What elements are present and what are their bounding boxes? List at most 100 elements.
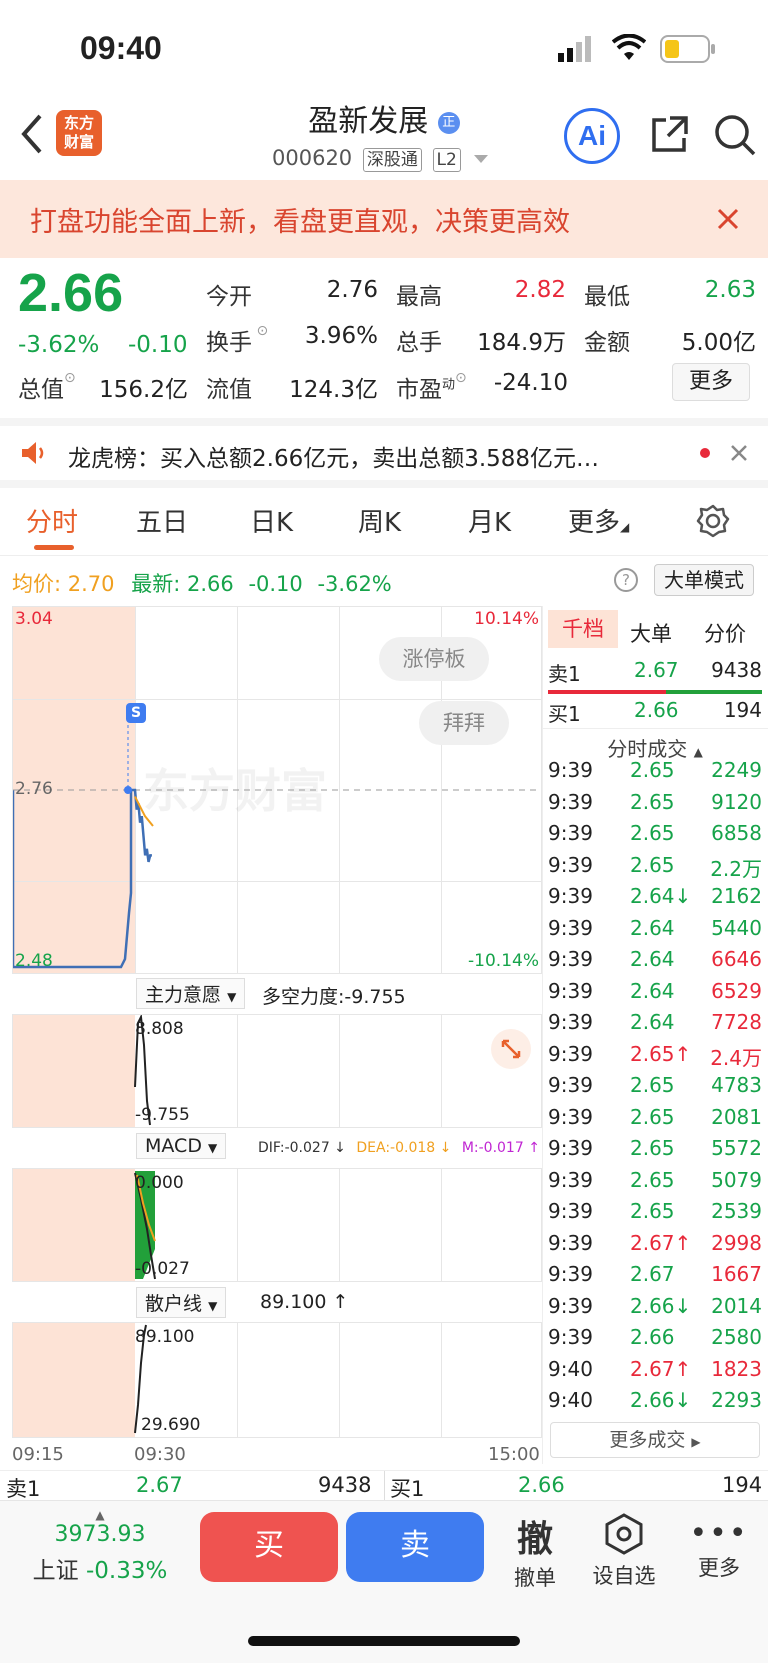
stock-code-row[interactable]: 000620 深股通 L2 [272, 146, 488, 172]
chevron-down-icon [473, 155, 488, 163]
trade-volume: 6646 [711, 947, 762, 971]
tab-big-orders[interactable]: 大单 [630, 618, 672, 648]
buy-button[interactable]: 买 [200, 1512, 338, 1582]
trade-price: 2.64 [630, 1010, 675, 1034]
last-price: 2.66 [18, 263, 124, 323]
sell-marker[interactable]: S [126, 703, 146, 723]
close-notice-icon[interactable] [730, 444, 748, 466]
trade-price: 2.65 [630, 1199, 675, 1223]
open-label: 今开 [206, 284, 252, 310]
tab-daily-k[interactable]: 日K [250, 502, 293, 539]
home-indicator [248, 1636, 520, 1646]
tab-five-day[interactable]: 五日 [136, 502, 188, 539]
indicator1-select[interactable]: 主力意愿 ▼ [136, 978, 246, 1009]
trade-row: 9:39 2.65 9120 [548, 790, 762, 821]
change-amount: -0.10 [128, 332, 188, 358]
trade-volume: 2014 [711, 1293, 762, 1318]
trade-row: 9:39 2.65 4783 [548, 1073, 762, 1104]
close-icon[interactable] [716, 207, 740, 235]
trade-time: 9:39 [548, 1325, 593, 1349]
ask1-row[interactable]: 卖1 2.67 9438 [548, 658, 762, 689]
limit-up-button[interactable]: 涨停板 [379, 637, 489, 681]
low-label: 最低 [584, 284, 630, 310]
bye-button[interactable]: 拜拜 [419, 701, 509, 745]
tab-monthly-k[interactable]: 月K [468, 502, 511, 539]
trade-time: 9:39 [548, 1073, 593, 1097]
tab-more[interactable]: 更多◢ [568, 502, 629, 539]
hexagon-icon [605, 1513, 643, 1555]
help-icon[interactable]: ? [614, 568, 638, 592]
trade-time: 9:39 [548, 852, 593, 877]
info-icon: ⊙ [252, 323, 269, 339]
trade-row: 9:40 2.66↓ 2293 [548, 1388, 762, 1419]
tab-price-dist[interactable]: 分价 [704, 618, 746, 648]
trade-volume: 2.4万 [710, 1045, 762, 1070]
trade-price: 2.65 [630, 821, 675, 845]
search-icon[interactable] [712, 112, 758, 162]
macd-m: M:-0.017 ↑ [461, 1140, 540, 1156]
footer-more-button[interactable]: ••• 更多 [684, 1516, 754, 1582]
bid1-row[interactable]: 买1 2.66 194 [548, 698, 762, 729]
trade-price: 2.67↑ [630, 1356, 692, 1381]
trade-row: 9:39 2.65 2539 [548, 1199, 762, 1230]
indicator1-chart[interactable]: 8.808 -9.755 [12, 1014, 542, 1128]
indicator2-select[interactable]: MACD ▼ [136, 1133, 227, 1159]
settings-icon[interactable] [696, 504, 730, 542]
turnover-value: 3.96% [304, 323, 378, 349]
cancel-order-button[interactable]: 撤 撤单 [500, 1510, 570, 1592]
sell-button[interactable]: 卖 [346, 1512, 484, 1582]
price-chart[interactable]: 东方财富 3.04 2.76 2.48 10.14% -10.14% 涨停板 拜… [12, 606, 542, 974]
indicator3-select[interactable]: 散户线 ▼ [136, 1287, 227, 1318]
more-dots-icon: ••• [689, 1516, 749, 1551]
mktcap-value: 156.2亿 [99, 377, 188, 403]
indicator3-chart[interactable]: 89.100 29.690 [12, 1322, 542, 1438]
wifi-icon [611, 33, 647, 66]
trade-time: 9:39 [548, 1041, 593, 1066]
ai-button[interactable]: Ai [564, 108, 620, 164]
trade-price: 2.65 [630, 852, 675, 877]
trade-volume: 2293 [711, 1388, 762, 1412]
macd-dif: DIF:-0.027 ↓ [258, 1140, 346, 1156]
tab-weekly-k[interactable]: 周K [358, 502, 401, 539]
trade-time: 9:39 [548, 1136, 593, 1160]
latest-change: -0.10 [248, 572, 303, 596]
trade-time: 9:40 [548, 1388, 593, 1412]
cancel-label: 撤单 [514, 1566, 556, 1590]
indicator3-info: 89.100 ↑ [260, 1291, 349, 1313]
signal-icon [558, 36, 594, 66]
cancel-icon: 撤 [516, 1519, 553, 1560]
trade-price: 2.65 [630, 789, 675, 814]
bottom-quote-strip[interactable]: 卖1 2.67 9438 买1 2.66 194 [0, 1470, 768, 1501]
connect-tag: 深股通 [362, 148, 422, 172]
indicator2-chart[interactable]: 0.000 -0.027 [12, 1168, 542, 1282]
more-quote-button[interactable]: 更多 [672, 363, 750, 401]
macd-dea: DEA:-0.018 ↓ [356, 1140, 452, 1156]
ind1-top: 8.808 [135, 1019, 184, 1039]
pct-axis-top: 10.14% [474, 609, 539, 629]
big-order-mode-button[interactable]: 大单模式 [654, 564, 754, 596]
trades-title[interactable]: 分时成交 ▲ [542, 728, 768, 762]
trade-price: 2.64 [630, 978, 675, 1003]
tab-intraday[interactable]: 分时 [26, 502, 78, 539]
trade-time: 9:39 [548, 1010, 593, 1034]
speaker-icon [20, 440, 48, 470]
trade-row: 9:39 2.64 5440 [548, 916, 762, 947]
trade-row: 9:39 2.66 2580 [548, 1325, 762, 1356]
add-watchlist-button[interactable]: 设自选 [584, 1512, 664, 1590]
trade-price: 2.64 [630, 915, 675, 940]
index-ticker[interactable]: ▲ 3973.93 上证 -0.33% [20, 1508, 180, 1585]
expand-icon[interactable] [491, 1029, 531, 1069]
trade-volume: 9120 [711, 789, 762, 814]
latest-label: 最新: [131, 572, 181, 596]
trade-row: 9:39 2.65 5572 [548, 1136, 762, 1167]
more-trades-button[interactable]: 更多成交 ▶ [550, 1422, 760, 1458]
avg-label: 均价: [12, 572, 62, 596]
tab-depth[interactable]: 千档 [548, 610, 618, 648]
trade-time: 9:39 [548, 821, 593, 845]
trade-volume: 2081 [711, 1104, 762, 1129]
share-icon[interactable] [648, 114, 690, 160]
trade-volume: 2998 [711, 1230, 762, 1255]
status-time: 09:40 [80, 30, 162, 66]
level-tag: L2 [432, 148, 461, 172]
amount-label: 金额 [584, 330, 630, 356]
